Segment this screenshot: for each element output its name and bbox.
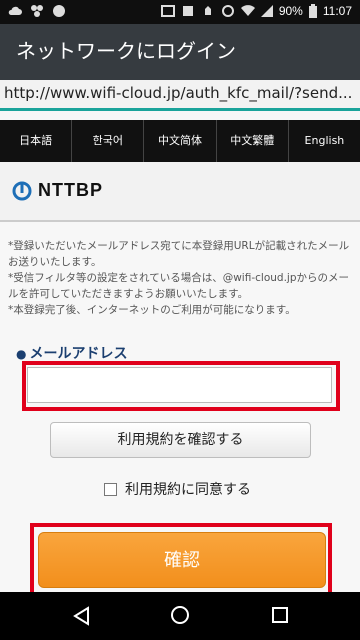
recent-apps-icon[interactable] xyxy=(272,607,288,623)
lang-japanese[interactable]: 日本語 xyxy=(0,120,73,162)
chat-icon xyxy=(53,5,65,17)
confirm-button[interactable]: 確認 xyxy=(38,532,326,588)
image-icon xyxy=(160,5,175,17)
lang-english[interactable]: English xyxy=(289,120,360,162)
wifi-icon xyxy=(240,5,255,17)
agree-checkbox[interactable] xyxy=(104,482,117,496)
app-bar: ネットワークにログイン xyxy=(0,24,360,80)
lang-simplified-chinese[interactable]: 中文简体 xyxy=(144,120,217,162)
cloud-upload-icon xyxy=(8,6,22,15)
bullet-icon: ● xyxy=(16,347,27,361)
home-icon[interactable] xyxy=(171,606,189,624)
view-terms-button[interactable]: 利用規約を確認する xyxy=(50,422,311,458)
brand-logo-text: NTTBP xyxy=(38,180,103,200)
lang-traditional-chinese[interactable]: 中文繁體 xyxy=(217,120,289,162)
signal-icon xyxy=(260,5,273,17)
notice-line: *本登録完了後、インターネットのご利用が可能になります。 xyxy=(8,304,296,316)
nttbp-logo-icon xyxy=(12,181,32,201)
status-bar: 90% 11:07 xyxy=(0,0,360,24)
language-bar: 日本語 한국어 中文简体 中文繁體 English xyxy=(0,120,360,162)
back-icon[interactable] xyxy=(72,606,90,626)
email-label: ● メールアドレス xyxy=(16,346,128,362)
navigation-bar xyxy=(0,592,360,640)
url-text: http://www.wifi-cloud.jp/auth_kfc_mail/?… xyxy=(4,84,353,102)
email-input[interactable] xyxy=(27,367,332,403)
android-icon xyxy=(31,5,43,17)
notice-line: *登録いただいたメールアドレス宛てに本登録用URLが記載されたメールお送りいたし… xyxy=(8,240,350,268)
battery-level: 90% xyxy=(278,4,303,18)
notice-line: *受信フィルタ等の設定をされている場合は、@wifi-cloud.jpからのメー… xyxy=(8,272,349,300)
battery-icon xyxy=(308,4,317,18)
clock: 11:07 xyxy=(322,4,352,18)
alarm-icon xyxy=(221,5,234,17)
notice-text: *登録いただいたメールアドレス宛てに本登録用URLが記載されたメールお送りいたし… xyxy=(8,238,354,318)
agree-terms-row[interactable]: 利用規約に同意する xyxy=(104,479,251,499)
agree-label[interactable]: 利用規約に同意する xyxy=(125,479,251,499)
brand-header: NTTBP xyxy=(0,162,360,222)
page-title: ネットワークにログイン xyxy=(16,39,236,63)
sim-icon xyxy=(182,6,193,16)
silent-icon xyxy=(204,6,211,15)
url-bar[interactable]: http://www.wifi-cloud.jp/auth_kfc_mail/?… xyxy=(0,80,360,111)
lang-korean[interactable]: 한국어 xyxy=(72,120,145,162)
